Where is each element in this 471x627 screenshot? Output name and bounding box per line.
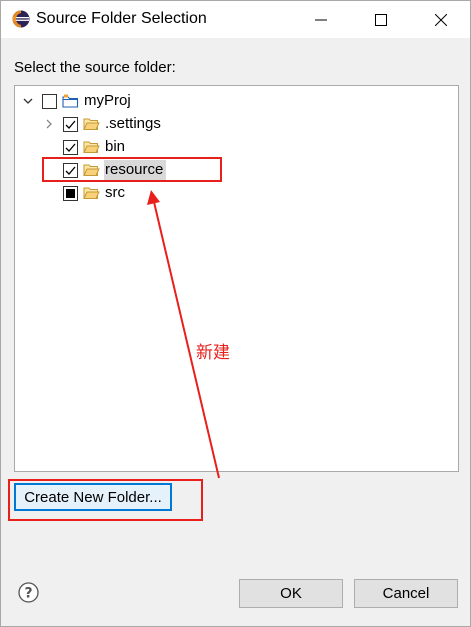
dialog-window: Source Folder Selection Select the sourc… xyxy=(0,0,471,627)
help-icon[interactable]: ? xyxy=(18,582,39,603)
maximize-icon xyxy=(375,13,387,26)
tree-item-label: src xyxy=(105,184,125,201)
checkbox-settings[interactable] xyxy=(63,116,78,132)
chevron-right-icon[interactable] xyxy=(42,117,56,131)
checkmark-icon xyxy=(65,143,76,152)
svg-text:?: ? xyxy=(24,586,32,602)
project-folder-icon xyxy=(62,94,79,108)
minimize-button[interactable] xyxy=(298,1,344,38)
folder-icon xyxy=(83,187,100,199)
tree-item-myproj[interactable]: myProj xyxy=(21,90,134,112)
tree-item-bin[interactable]: bin xyxy=(42,136,128,158)
checkbox-src[interactable] xyxy=(63,185,78,201)
tree-item-src[interactable]: src xyxy=(42,182,128,204)
checkmark-icon xyxy=(65,120,76,129)
tree-item-label: myProj xyxy=(84,92,131,109)
title-bar: Source Folder Selection xyxy=(1,1,470,38)
checkbox-bin[interactable] xyxy=(63,139,78,155)
annotation-label: 新建 xyxy=(196,343,230,363)
folder-tree[interactable]: myProj .settings bin resource src xyxy=(14,85,459,472)
highlight-box-resource xyxy=(42,157,222,182)
checkbox-myproj[interactable] xyxy=(42,93,57,109)
prompt-label: Select the source folder: xyxy=(14,59,176,76)
folder-icon xyxy=(83,141,100,153)
eclipse-icon xyxy=(12,10,30,28)
partial-check-icon xyxy=(66,188,75,198)
tree-item-settings[interactable]: .settings xyxy=(42,113,164,135)
window-title: Source Folder Selection xyxy=(36,10,207,27)
ok-button[interactable]: OK xyxy=(239,579,343,608)
tree-item-label: .settings xyxy=(105,115,161,132)
tree-item-label: bin xyxy=(105,138,126,155)
close-button[interactable] xyxy=(418,1,464,38)
highlight-box-create-button xyxy=(8,479,203,521)
cancel-button[interactable]: Cancel xyxy=(354,579,458,608)
close-icon xyxy=(435,13,447,26)
chevron-down-icon[interactable] xyxy=(21,94,35,108)
folder-icon xyxy=(83,118,100,130)
maximize-button[interactable] xyxy=(358,1,404,38)
minimize-icon xyxy=(315,19,327,20)
